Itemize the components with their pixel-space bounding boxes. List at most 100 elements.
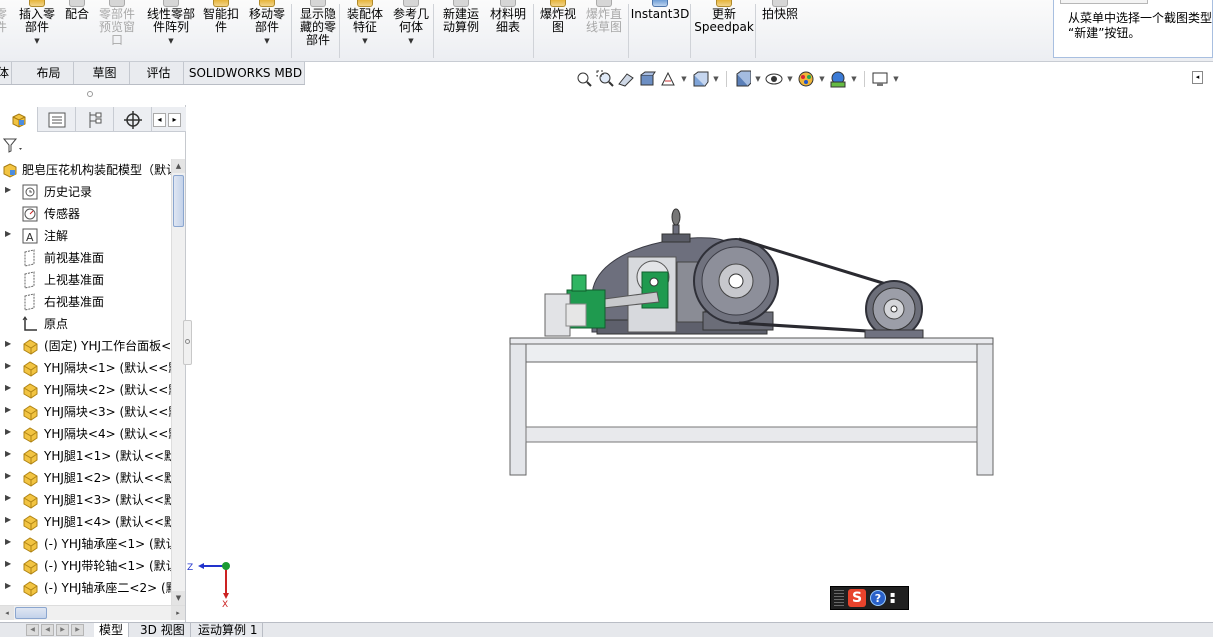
tree-item[interactable]: 原点 <box>0 313 171 335</box>
scroll-left-button[interactable]: ◂ <box>0 606 14 620</box>
last-tab-button[interactable]: ▶ <box>71 624 84 636</box>
chevron-down-icon[interactable]: ▼ <box>712 75 720 83</box>
large-pulley[interactable] <box>693 238 779 324</box>
dimxpert-tab[interactable] <box>114 107 152 132</box>
dropdown-arrow-icon[interactable]: ▼ <box>168 35 173 48</box>
command-tab-0[interactable]: 体 <box>0 62 12 84</box>
ribbon-button-3[interactable]: 零部件 预览窗 口 <box>95 0 139 62</box>
tab-scroll-right-button[interactable]: ▸ <box>168 113 181 127</box>
tree-item[interactable]: ▶ (-) YHJ带轮轴<1> (默认 <box>0 555 171 577</box>
tree-item[interactable]: 右视基准面 <box>0 291 171 313</box>
bottom-tab-0[interactable]: 模型 <box>94 623 130 637</box>
chevron-down-icon[interactable]: ▼ <box>850 75 858 83</box>
ribbon-button-4[interactable]: 线性零部 件阵列 ▼ <box>145 0 197 62</box>
tree-item[interactable]: ▶ 历史记录 <box>0 181 171 203</box>
tree-item[interactable]: ▶ YHJ腿1<4> (默认<<默 <box>0 511 171 533</box>
scroll-thumb[interactable] <box>173 175 184 227</box>
tree-item[interactable]: ▶ (-) YHJ轴承座二<2> (默 <box>0 577 171 599</box>
command-tab-3[interactable]: 评估 <box>134 62 184 84</box>
display-style-icon[interactable] <box>733 70 751 88</box>
prev-tab-button[interactable]: ◀ <box>41 624 54 636</box>
tree-item[interactable]: 前视基准面 <box>0 247 171 269</box>
ribbon-button-1[interactable]: 插入零 部件 ▼ <box>17 0 57 62</box>
expand-arrow-icon[interactable]: ▶ <box>5 581 11 590</box>
tree-item[interactable]: ▶ YHJ隔块<4> (默认<<默 <box>0 423 171 445</box>
hscroll-thumb[interactable] <box>15 607 47 619</box>
assembly-model-view[interactable] <box>187 92 1213 622</box>
zoom-to-fit-icon[interactable] <box>575 70 593 88</box>
scroll-down-button[interactable]: ▼ <box>172 591 185 605</box>
ribbon-button-13[interactable]: 爆炸直 线草图 <box>584 0 624 62</box>
dropdown-arrow-icon[interactable]: ▼ <box>264 35 269 48</box>
tree-item[interactable]: ▶ YHJ腿1<3> (默认<<默 <box>0 489 171 511</box>
dropdown-arrow-icon[interactable]: ▼ <box>362 35 367 48</box>
expand-arrow-icon[interactable]: ▶ <box>5 339 11 348</box>
tree-item[interactable]: ▶ YHJ腿1<1> (默认<<默 <box>0 445 171 467</box>
sogou-logo-icon[interactable]: S <box>848 589 866 607</box>
chevron-down-icon[interactable]: ▼ <box>892 75 900 83</box>
apply-scene-icon[interactable] <box>829 70 847 88</box>
panel-grip[interactable] <box>0 85 186 105</box>
tree-item[interactable]: ▶ (-) YHJ轴承座<1> (默认 <box>0 533 171 555</box>
tree-item[interactable]: ▶ YHJ隔块<2> (默认<<默 <box>0 379 171 401</box>
command-tab-1[interactable]: 布局 <box>24 62 74 84</box>
tree-item[interactable]: ▶ (固定) YHJ工作台面板< <box>0 335 171 357</box>
ribbon-button-11[interactable]: 材料明 细表 <box>488 0 528 62</box>
scroll-up-button[interactable]: ▲ <box>172 159 185 173</box>
zoom-to-area-icon[interactable] <box>596 70 614 88</box>
chevron-down-icon[interactable]: ▼ <box>786 75 794 83</box>
ime-toolbar[interactable]: S ? ▪ ▪ <box>830 586 909 610</box>
ribbon-button-8[interactable]: 装配体 特征 ▼ <box>344 0 386 62</box>
ribbon-button-12[interactable]: 爆炸视 图 <box>538 0 578 62</box>
tree-item[interactable]: ▶ A 注解 <box>0 225 171 247</box>
view-orientation-icon[interactable] <box>691 70 709 88</box>
ribbon-button-9[interactable]: 参考几 何体 ▼ <box>391 0 431 62</box>
view-settings-icon[interactable] <box>871 70 889 88</box>
dropdown-arrow-icon[interactable]: ▼ <box>34 35 39 48</box>
expand-arrow-icon[interactable]: ▶ <box>5 559 11 568</box>
expand-arrow-icon[interactable]: ▶ <box>5 537 11 546</box>
bottom-tab-1[interactable]: 3D 视图 <box>135 623 191 637</box>
ribbon-button-5[interactable]: 智能扣 件 <box>200 0 242 62</box>
ribbon-button-10[interactable]: 新建运 动算例 <box>440 0 482 62</box>
graphics-area[interactable] <box>187 92 1213 622</box>
chevron-down-icon[interactable]: ▼ <box>754 75 762 83</box>
expand-arrow-icon[interactable]: ▶ <box>5 229 11 238</box>
collapse-panel-button[interactable]: ◂ <box>1192 71 1203 84</box>
tree-vertical-scrollbar[interactable]: ▲ ▼ <box>171 159 185 605</box>
command-tab-4[interactable]: SOLIDWORKS MBD <box>187 62 305 84</box>
tree-item[interactable]: 上视基准面 <box>0 269 171 291</box>
expand-arrow-icon[interactable]: ▶ <box>5 449 11 458</box>
ribbon-button-14[interactable]: Instant3D <box>631 0 689 62</box>
help-icon[interactable]: ? <box>870 590 886 606</box>
tab-scroll-left-button[interactable]: ◂ <box>153 113 166 127</box>
ribbon-button-16[interactable]: 拍快照 <box>762 0 798 62</box>
command-tab-2[interactable]: 草图 <box>80 62 130 84</box>
tree-item[interactable]: ▶ YHJ隔块<1> (默认<<默 <box>0 357 171 379</box>
hide-show-items-icon[interactable] <box>765 70 783 88</box>
propertymanager-tab[interactable] <box>38 107 76 132</box>
expand-arrow-icon[interactable]: ▶ <box>5 427 11 436</box>
ribbon-button-15[interactable]: 更新 Speedpak <box>694 0 754 62</box>
expand-arrow-icon[interactable]: ▶ <box>5 405 11 414</box>
filter-icon[interactable] <box>3 138 25 154</box>
tree-item[interactable]: ▶ YHJ腿1<2> (默认<<默 <box>0 467 171 489</box>
ribbon-button-0[interactable]: 零 件 <box>0 0 14 62</box>
dropdown-arrow-icon[interactable]: ▼ <box>408 35 413 48</box>
tree-root-assembly[interactable]: 肥皂压花机构装配模型（默认 <box>0 159 171 181</box>
chevron-down-icon[interactable]: ▼ <box>680 75 688 83</box>
small-pulley[interactable] <box>864 280 924 339</box>
edit-appearance-icon[interactable] <box>797 70 815 88</box>
scroll-right-button[interactable]: ▸ <box>171 606 185 620</box>
expand-arrow-icon[interactable]: ▶ <box>5 185 11 194</box>
bottom-tab-2[interactable]: 运动算例 1 <box>193 623 264 637</box>
next-tab-button[interactable]: ▶ <box>56 624 69 636</box>
tree-item[interactable]: ▶ YHJ隔块<3> (默认<<默 <box>0 401 171 423</box>
expand-arrow-icon[interactable]: ▶ <box>5 493 11 502</box>
expand-arrow-icon[interactable]: ▶ <box>5 383 11 392</box>
configurationmanager-tab[interactable] <box>76 107 114 132</box>
section-view-icon[interactable] <box>638 70 656 88</box>
tree-horizontal-scrollbar[interactable]: ◂ ▸ <box>0 605 185 620</box>
ribbon-button-6[interactable]: 移动零 部件 ▼ <box>246 0 288 62</box>
expand-arrow-icon[interactable]: ▶ <box>5 361 11 370</box>
